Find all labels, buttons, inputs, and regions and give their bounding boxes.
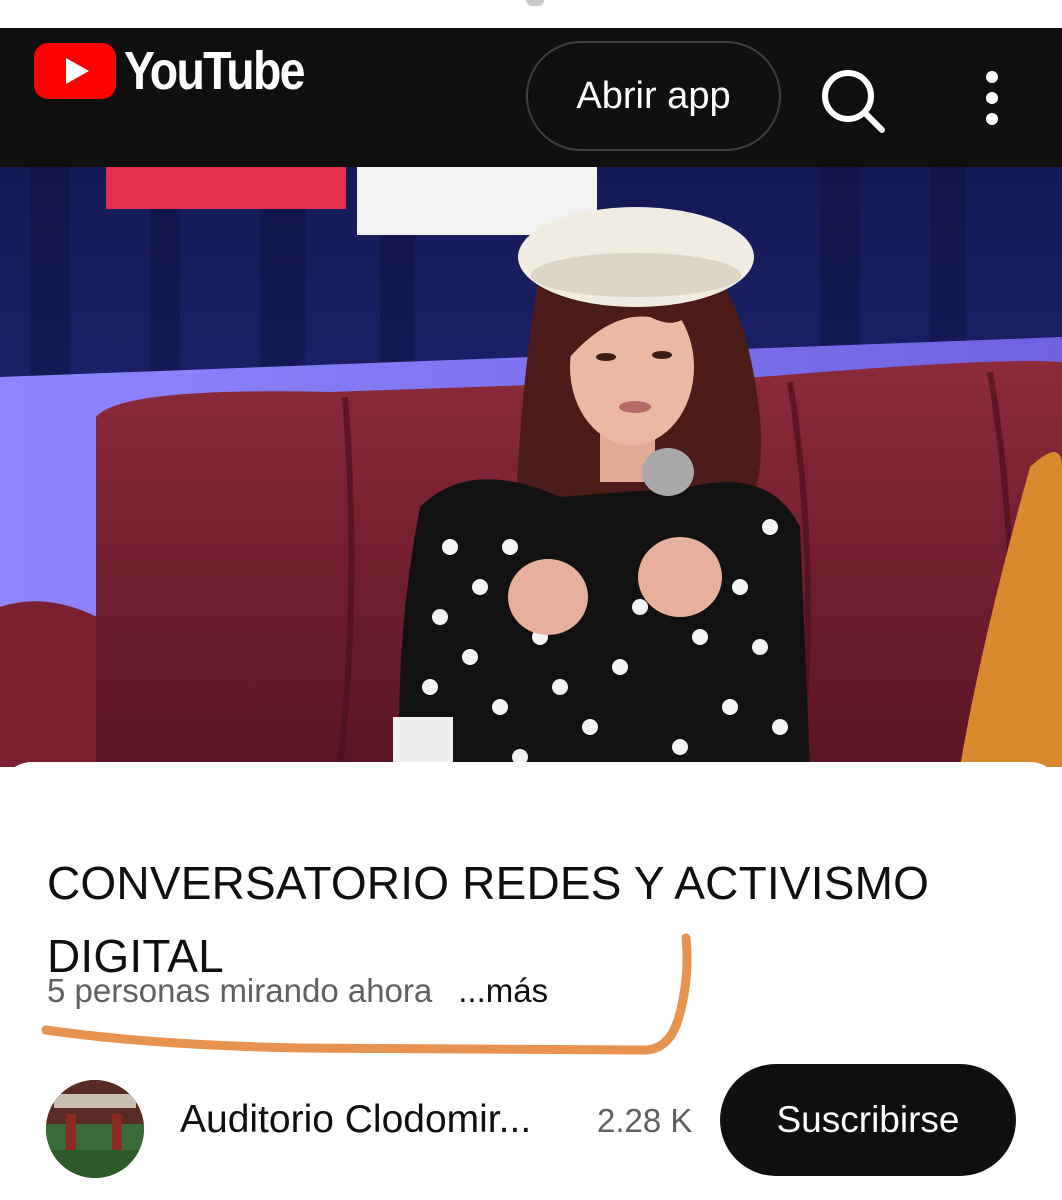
search-icon[interactable] (818, 66, 888, 136)
channel-name[interactable]: Auditorio Clodomir... (180, 1098, 531, 1142)
camera-notch (526, 0, 544, 6)
youtube-logo[interactable]: YouTube (34, 41, 333, 101)
logo-wordmark: YouTube (124, 41, 305, 101)
video-title[interactable]: CONVERSATORIO REDES Y ACTIVISMO DIGITAL (47, 847, 1027, 993)
open-app-button[interactable]: Abrir app (526, 41, 781, 151)
channel-avatar-image (46, 1080, 144, 1178)
more-vert-icon[interactable] (974, 68, 1010, 128)
video-frame (0, 167, 1062, 767)
video-player[interactable] (0, 167, 1062, 767)
subscriber-count: 2.28 K (597, 1102, 693, 1139)
subscribe-button[interactable]: Suscribirse (720, 1064, 1016, 1176)
youtube-play-icon (34, 43, 116, 99)
status-bar (0, 0, 1062, 28)
video-meta[interactable]: 5 personas mirando ahora ...más (47, 972, 548, 1010)
more-link[interactable]: ...más (458, 972, 548, 1010)
channel-avatar[interactable] (46, 1080, 144, 1178)
live-viewer-count: 5 personas mirando ahora (47, 972, 433, 1009)
